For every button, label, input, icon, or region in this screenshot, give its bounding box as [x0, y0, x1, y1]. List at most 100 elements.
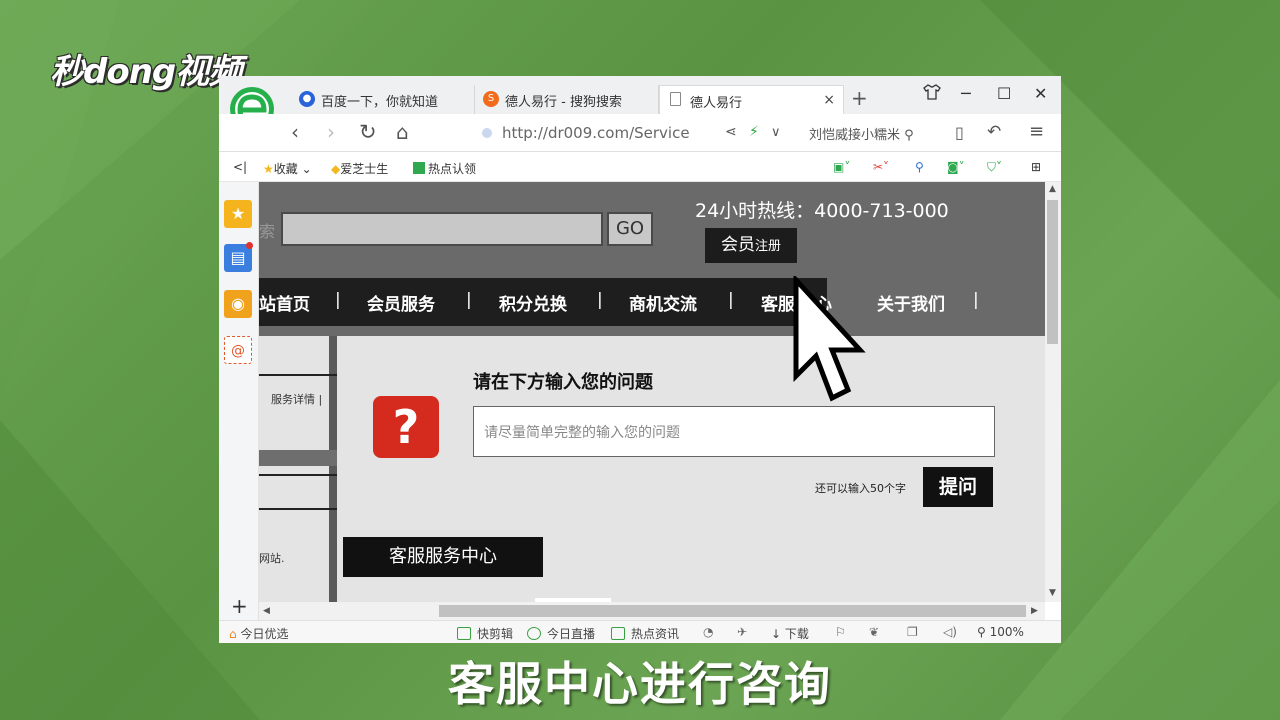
scroll-left-icon[interactable]: ◀: [263, 606, 270, 616]
lightning-icon[interactable]: ⚡: [749, 124, 759, 140]
search-hint-text: 刘恺威接小糯米: [809, 128, 901, 143]
hotspot-icon: [413, 162, 425, 174]
status-label: 快剪辑: [477, 627, 514, 641]
gamepad-icon[interactable]: ◙˅: [947, 160, 965, 174]
search-hint[interactable]: 刘恺威接小糯米 ⚲: [809, 124, 914, 143]
menu-item-about[interactable]: 关于我们: [877, 290, 945, 315]
refresh-button[interactable]: ↻: [359, 120, 377, 144]
left-divider: [259, 508, 337, 510]
go-button[interactable]: GO: [607, 212, 653, 246]
bookmark-hotspot[interactable]: 热点认领: [413, 160, 476, 177]
customer-service-center-button[interactable]: 客服服务中心: [343, 537, 543, 577]
search-icon: ⚲: [904, 128, 914, 143]
undo-icon[interactable]: ↶: [987, 122, 1001, 142]
scroll-right-icon[interactable]: ▶: [1031, 606, 1038, 616]
quick-clip[interactable]: 快剪辑: [457, 625, 513, 642]
add-sidebar-button[interactable]: +: [231, 594, 248, 618]
question-title: 请在下方输入您的问题: [473, 372, 653, 393]
menu-separator: |: [335, 290, 341, 310]
tab-active-page[interactable]: 德人易行 ×: [659, 85, 844, 114]
submit-question-button[interactable]: 提问: [923, 467, 993, 507]
site-search-input[interactable]: [281, 212, 603, 246]
tab-label: 德人易行 - 搜狗搜索: [505, 95, 622, 110]
browser-sidebar: ★ ▤ ◉ @ +: [219, 182, 259, 620]
skin-icon[interactable]: [923, 84, 941, 104]
mouse-cursor-icon: [793, 276, 866, 402]
address-bar[interactable]: http://dr009.com/Service: [482, 124, 690, 142]
download[interactable]: ↓ 下载: [771, 625, 809, 642]
tab-label: 百度一下，你就知道: [321, 95, 439, 110]
volume-icon[interactable]: ◁): [943, 625, 957, 639]
menu-separator: |: [728, 290, 734, 310]
left-divider: [259, 474, 337, 476]
chevron-down-icon[interactable]: ∨: [771, 125, 781, 140]
scroll-up-icon[interactable]: ▲: [1049, 184, 1056, 194]
scroll-down-icon[interactable]: ▼: [1049, 588, 1056, 598]
mobile-icon[interactable]: ▯: [955, 123, 964, 142]
translate-icon[interactable]: ▣˅: [833, 160, 850, 174]
service-detail-link[interactable]: 服务详情 |: [271, 391, 322, 407]
apps-grid-icon[interactable]: ⊞: [1031, 160, 1041, 174]
weibo-icon[interactable]: ◉: [224, 290, 252, 318]
play-icon: [457, 627, 471, 640]
video-logo: 秒dong视频: [50, 52, 242, 92]
bookmark-aizhishi[interactable]: ◆爱芝士生: [331, 160, 388, 177]
window-icon[interactable]: ❐: [907, 625, 918, 639]
new-tab-button[interactable]: +: [851, 86, 868, 110]
notification-dot: [246, 242, 253, 249]
menu-item-home[interactable]: 站首页: [259, 290, 310, 315]
menu-item-member-service[interactable]: 会员服务: [367, 290, 435, 315]
hotline-text: 24小时热线：4000-713-000: [695, 200, 949, 222]
sogou-icon: S: [483, 91, 499, 107]
web-page: 索 GO 24小时热线：4000-713-000 会员注册 站首页 | 会员服务…: [259, 182, 1045, 602]
close-window-button[interactable]: ✕: [1034, 84, 1047, 103]
collapse-icon[interactable]: <|: [233, 160, 247, 174]
menu-item-business[interactable]: 商机交流: [629, 290, 697, 315]
scissors-icon[interactable]: ✂˅: [873, 160, 889, 174]
bookmark-label: 热点认领: [428, 162, 477, 176]
menu-item-points[interactable]: 积分兑换: [499, 290, 567, 315]
hot-news[interactable]: 热点资讯: [611, 625, 679, 642]
cheese-icon: ◆: [331, 162, 341, 176]
back-button[interactable]: ‹: [291, 120, 299, 144]
share-icon[interactable]: ⋖: [725, 124, 737, 140]
menu-separator: |: [466, 290, 472, 310]
shield-icon[interactable]: ⛉˅: [987, 160, 1002, 175]
vertical-scroll-thumb[interactable]: [1047, 200, 1058, 344]
speed-icon[interactable]: ◔: [703, 625, 713, 639]
horizontal-scroll-thumb[interactable]: [439, 605, 1026, 617]
member-register-button[interactable]: 会员注册: [705, 228, 797, 263]
menu-separator: |: [597, 290, 603, 310]
bookmark-label: 爱芝士生: [340, 162, 389, 176]
close-tab-icon[interactable]: ×: [823, 92, 835, 108]
tab-sogou[interactable]: S 德人易行 - 搜狗搜索: [475, 85, 659, 114]
zoom-level: 100%: [989, 625, 1024, 639]
leaf-icon[interactable]: ❦: [869, 625, 879, 639]
magnifier-icon[interactable]: ⚲: [915, 160, 924, 174]
tab-baidu[interactable]: ● 百度一下，你就知道: [291, 85, 475, 114]
minimize-button[interactable]: ─: [961, 84, 971, 103]
bookmark-favorites[interactable]: ★收藏 ⌄: [263, 160, 312, 177]
member-label: 会员: [720, 235, 755, 255]
question-input[interactable]: 请尽量简单完整的输入您的问题: [473, 406, 995, 457]
download-icon: ↓: [771, 627, 782, 641]
question-mark-icon: ?: [373, 396, 439, 458]
home-button[interactable]: ⌂: [396, 120, 409, 144]
menu-icon[interactable]: ≡: [1029, 121, 1044, 142]
news-grid-icon: [611, 627, 625, 640]
register-label: 注册: [754, 239, 781, 254]
flag-icon[interactable]: ⚐: [835, 625, 846, 639]
status-label: 热点资讯: [631, 627, 680, 641]
status-bar: ⌂ 今日优选 快剪辑 今日直播 热点资讯 ◔ ✈ ↓ 下载 ⚐ ❦ ❐ ◁) ⚲…: [219, 620, 1061, 643]
pin-icon[interactable]: ✈: [737, 625, 747, 639]
maximize-button[interactable]: ☐: [997, 84, 1011, 103]
forward-button[interactable]: ›: [327, 120, 335, 144]
page-icon: [670, 92, 681, 106]
favorites-star-icon[interactable]: ★: [224, 200, 252, 228]
email-icon[interactable]: @: [224, 336, 252, 364]
zoom-control[interactable]: ⚲ 100%: [977, 625, 1024, 639]
menu-separator: |: [973, 290, 979, 310]
today-live[interactable]: 今日直播: [527, 625, 595, 642]
daily-picks[interactable]: ⌂ 今日优选: [229, 625, 288, 642]
star-icon: ★: [263, 162, 274, 176]
